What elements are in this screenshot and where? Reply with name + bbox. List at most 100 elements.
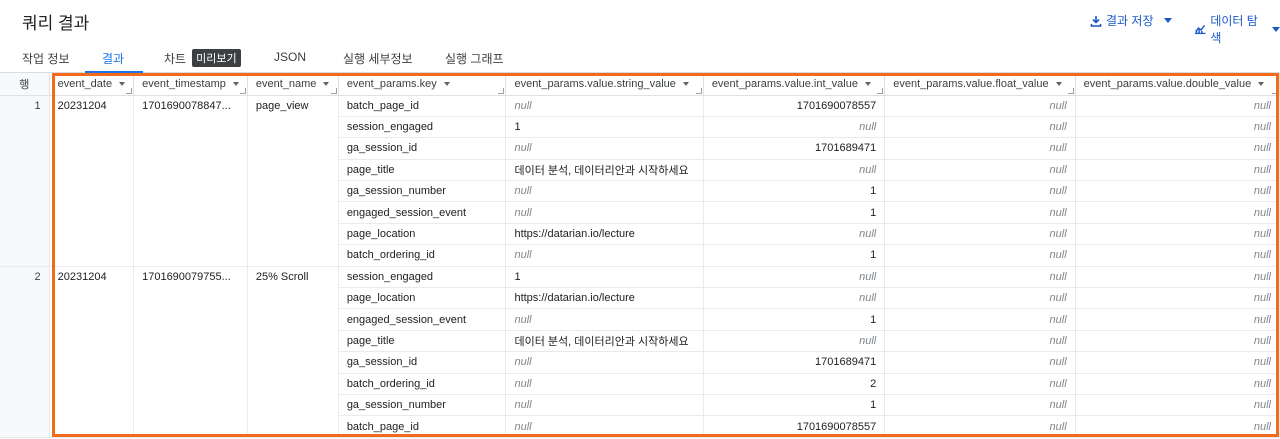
- column-header-string-value[interactable]: event_params.value.string_value: [505, 73, 704, 96]
- cell-double-value: null: [1075, 330, 1280, 353]
- cell-int-value: 1: [703, 308, 886, 331]
- tab-execution-graph[interactable]: 실행 그래프: [445, 50, 504, 67]
- cell-float-value: null: [884, 266, 1076, 289]
- cell-string-value: null: [505, 351, 704, 374]
- column-header-double-value[interactable]: event_params.value.double_value: [1075, 73, 1280, 96]
- cell-double-value: null: [1075, 95, 1280, 117]
- cell-string-value: null: [505, 308, 704, 331]
- cell-param-key: ga_session_id: [338, 137, 507, 160]
- resize-handle-icon[interactable]: [126, 87, 133, 94]
- cell-param-key: batch_ordering_id: [338, 244, 507, 267]
- cell-int-value: null: [703, 287, 886, 310]
- explore-data-button[interactable]: 데이터 탐색: [1194, 12, 1280, 46]
- cell-string-value: null: [505, 244, 704, 267]
- cell-string-value: null: [505, 415, 704, 438]
- save-results-button[interactable]: 결과 저장: [1090, 12, 1172, 29]
- cell-param-key: page_title: [338, 330, 507, 353]
- sort-icon[interactable]: [119, 81, 126, 86]
- cell-float-value: null: [884, 159, 1076, 182]
- preview-badge: 미리보기: [192, 49, 241, 67]
- chevron-down-icon: [1272, 26, 1280, 32]
- results-table: 행 event_date event_timestamp event_name …: [0, 73, 1280, 438]
- resize-handle-icon[interactable]: [877, 87, 884, 94]
- cell-int-value: 1701690078557: [703, 415, 886, 438]
- sort-icon[interactable]: [1055, 81, 1062, 86]
- sort-icon[interactable]: [1258, 81, 1265, 86]
- cell-event-name: 25% Scroll: [247, 266, 339, 438]
- chart-icon: [1194, 25, 1206, 35]
- cell-param-key: page_location: [338, 287, 507, 310]
- cell-event-date: 20231204: [49, 266, 135, 438]
- cell-event-timestamp: 1701690078847...: [133, 95, 248, 267]
- cell-float-value: null: [884, 394, 1076, 417]
- row-number: 2: [0, 266, 50, 438]
- cell-string-value: null: [505, 201, 704, 224]
- cell-float-value: null: [884, 351, 1076, 374]
- resize-handle-icon[interactable]: [1067, 87, 1074, 94]
- query-results-header: 쿼리 결과 결과 저장 데이터 탐색: [0, 0, 1280, 45]
- table-row[interactable]: 2 20231204 1701690079755... 25% Scroll sessi…: [0, 266, 1280, 438]
- resize-handle-icon[interactable]: [1272, 87, 1278, 94]
- cell-double-value: null: [1075, 244, 1280, 267]
- cell-float-value: null: [884, 287, 1076, 310]
- cell-int-value: null: [703, 159, 886, 182]
- column-header-event-name[interactable]: event_name: [247, 73, 339, 96]
- sort-icon[interactable]: [323, 81, 330, 86]
- cell-float-value: null: [884, 244, 1076, 267]
- cell-float-value: null: [884, 180, 1076, 203]
- cell-param-key: batch_page_id: [338, 415, 507, 438]
- cell-double-value: null: [1075, 308, 1280, 331]
- cell-double-value: null: [1075, 201, 1280, 224]
- sort-icon[interactable]: [232, 81, 239, 86]
- tab-execution-details[interactable]: 실행 세부정보: [343, 50, 413, 67]
- tab-results[interactable]: 결과: [102, 50, 124, 67]
- resize-handle-icon[interactable]: [695, 87, 702, 94]
- resize-handle-icon[interactable]: [498, 87, 505, 94]
- cell-int-value: 1701690078557: [703, 95, 886, 117]
- sort-icon[interactable]: [443, 81, 450, 86]
- cell-string-value: null: [505, 394, 704, 417]
- tab-job-info[interactable]: 작업 정보: [22, 50, 70, 67]
- cell-float-value: null: [884, 223, 1076, 246]
- cell-float-value: null: [884, 373, 1076, 395]
- cell-string-value: 데이터 분석, 데이터리안과 시작하세요: [505, 159, 704, 182]
- cell-int-value: 1: [703, 394, 886, 417]
- cell-int-value: null: [703, 330, 886, 353]
- cell-param-key: ga_session_id: [338, 351, 507, 374]
- sort-icon[interactable]: [682, 81, 689, 86]
- sort-icon[interactable]: [864, 81, 871, 86]
- tab-chart[interactable]: 차트 미리보기: [164, 49, 241, 67]
- cell-param-key: batch_ordering_id: [338, 373, 507, 395]
- tab-json[interactable]: JSON: [274, 50, 306, 64]
- cell-event-name: page_view: [247, 95, 339, 267]
- chevron-down-icon: [1163, 18, 1172, 23]
- cell-float-value: null: [884, 95, 1076, 117]
- cell-param-key: ga_session_number: [338, 180, 507, 203]
- cell-event-timestamp: 1701690079755...: [133, 266, 248, 438]
- cell-int-value: 1: [703, 244, 886, 267]
- cell-int-value: 1: [703, 201, 886, 224]
- cell-float-value: null: [884, 330, 1076, 353]
- resize-handle-icon[interactable]: [239, 87, 246, 94]
- cell-param-key: engaged_session_event: [338, 201, 507, 224]
- column-header-int-value[interactable]: event_params.value.int_value: [703, 73, 886, 96]
- cell-event-date: 20231204: [49, 95, 135, 267]
- results-body: 1 20231204 1701690078847... page_view batch_…: [0, 95, 1280, 438]
- cell-double-value: null: [1075, 287, 1280, 310]
- cell-double-value: null: [1075, 266, 1280, 289]
- cell-float-value: null: [884, 201, 1076, 224]
- column-header-event-date[interactable]: event_date: [49, 73, 135, 96]
- column-header-param-key[interactable]: event_params.key: [338, 73, 507, 96]
- cell-string-value: https://datarian.io/lecture: [505, 223, 704, 246]
- column-header-float-value[interactable]: event_params.value.float_value: [884, 73, 1076, 96]
- cell-int-value: 1701689471: [703, 351, 886, 374]
- save-results-label: 결과 저장: [1106, 14, 1154, 28]
- cell-string-value: 1: [505, 266, 704, 289]
- resize-handle-icon[interactable]: [330, 87, 337, 94]
- column-header-event-timestamp[interactable]: event_timestamp: [133, 73, 248, 96]
- cell-int-value: 1701689471: [703, 137, 886, 160]
- cell-float-value: null: [884, 116, 1076, 139]
- results-tabs: 작업 정보 결과 차트 미리보기 JSON 실행 세부정보 실행 그래프: [0, 42, 1280, 73]
- table-row[interactable]: 1 20231204 1701690078847... page_view batch_…: [0, 95, 1280, 267]
- cell-float-value: null: [884, 137, 1076, 160]
